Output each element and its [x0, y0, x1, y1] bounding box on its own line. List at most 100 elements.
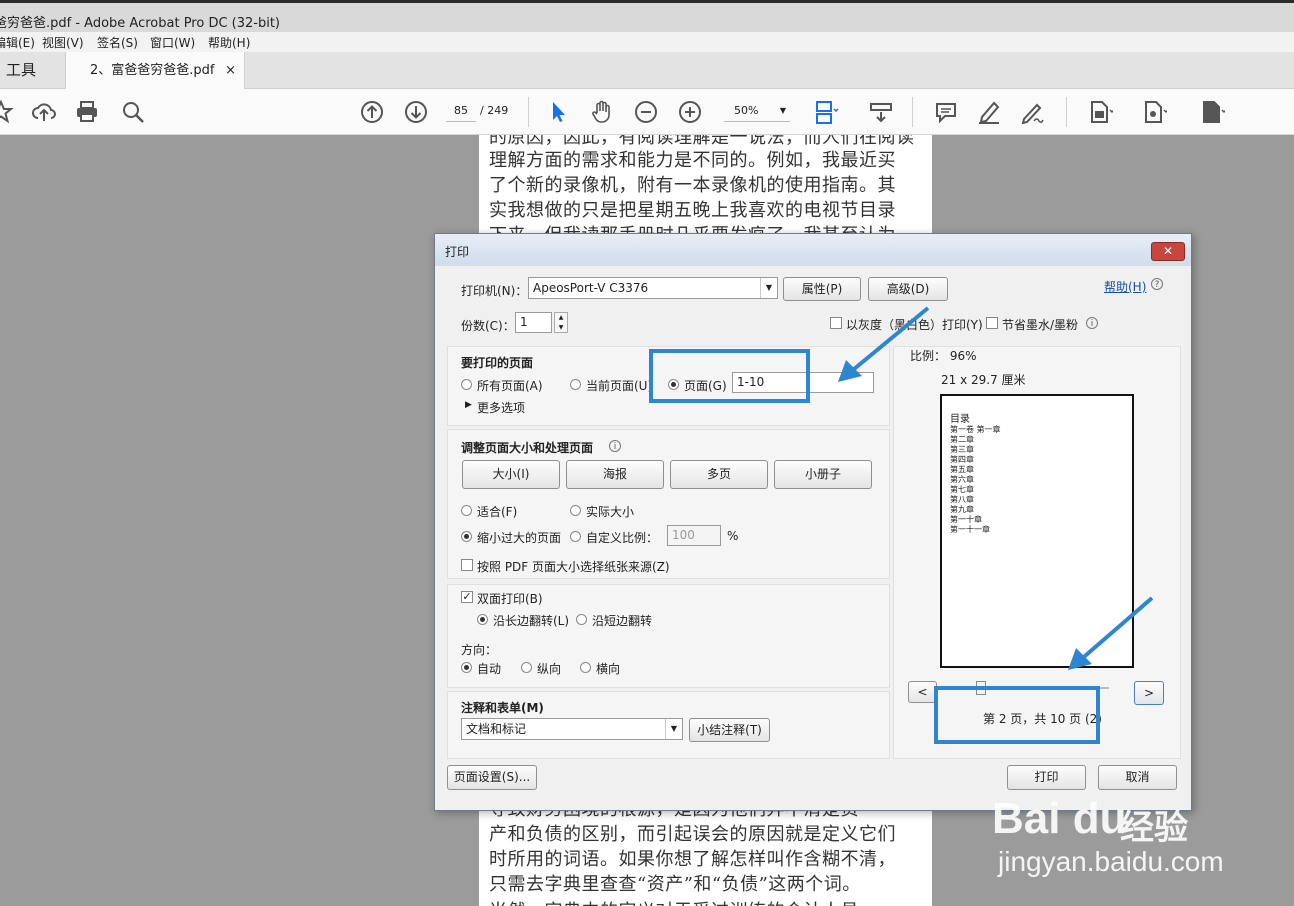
poster-button[interactable]: 海报 — [566, 460, 664, 489]
paper-source-checkbox[interactable] — [461, 559, 473, 571]
tab-bar: 工具 2、富爸爸穷爸爸.pdf × — [0, 52, 1294, 89]
search-icon[interactable] — [120, 99, 146, 125]
menu-help[interactable]: 帮助(H) — [208, 34, 250, 51]
menu-window[interactable]: 窗口(W) — [150, 34, 195, 51]
zoom-out-icon[interactable] — [633, 99, 659, 125]
dialog-close-button[interactable]: ✕ — [1151, 242, 1185, 261]
star-icon[interactable] — [0, 99, 14, 125]
flip-long-radio[interactable] — [477, 614, 488, 625]
percent-label: % — [727, 529, 739, 543]
menu-sign[interactable]: 签名(S) — [97, 34, 138, 51]
page-down-icon[interactable] — [403, 99, 429, 125]
all-pages-label: 所有页面(A) — [477, 379, 543, 393]
preview-prev-button[interactable]: < — [908, 681, 937, 703]
doc-text-line: 只需去字典里查查“资产”和“负债”这两个词。 — [489, 874, 861, 895]
booklet-button[interactable]: 小册子 — [774, 460, 872, 489]
highlight-icon[interactable] — [976, 99, 1002, 125]
custom-scale-radio[interactable] — [570, 531, 581, 542]
save-ink-label: 节省墨水/墨粉 — [1002, 318, 1079, 332]
sign-icon[interactable] — [1020, 99, 1046, 125]
window-title-bar: 爸穷爸爸.pdf - Adobe Acrobat Pro DC (32-bit) — [0, 0, 1294, 32]
select-cursor-icon[interactable] — [546, 99, 572, 125]
multiple-pages-button[interactable]: 多页 — [670, 460, 768, 489]
triangle-right-icon[interactable]: ▶ — [465, 400, 472, 410]
menu-view[interactable]: 视图(V) — [42, 34, 84, 51]
flip-short-radio[interactable] — [576, 614, 587, 625]
more-options-link[interactable]: 更多选项 — [477, 399, 525, 416]
shrink-radio[interactable] — [461, 531, 472, 542]
help-link[interactable]: 帮助(H) — [1104, 278, 1146, 295]
actual-size-radio[interactable] — [570, 505, 581, 516]
fit-radio[interactable] — [461, 505, 472, 516]
custom-scale-label: 自定义比例： — [586, 531, 659, 545]
printer-select[interactable]: ApeosPort-V C3376 ▼ — [528, 277, 778, 299]
zoom-in-icon[interactable] — [677, 99, 703, 125]
info-icon[interactable]: i — [1086, 317, 1098, 329]
scroll-mode-icon[interactable] — [868, 99, 894, 125]
orient-portrait-label: 纵向 — [537, 662, 562, 676]
menu-bar: 编辑(E) 视图(V) 签名(S) 窗口(W) 帮助(H) — [0, 32, 1294, 52]
export-icon[interactable] — [1141, 99, 1169, 125]
annotation-arrow-icon — [1068, 596, 1154, 670]
print-icon[interactable] — [74, 99, 100, 125]
flip-long-label: 沿长边翻转(L) — [493, 614, 570, 628]
comments-value: 文档和标记 — [466, 722, 527, 736]
baidu-jingyan-label: 经验 — [1120, 808, 1188, 848]
current-page-label: 当前页面(U) — [586, 379, 653, 393]
orient-auto-radio[interactable] — [461, 662, 472, 673]
highlight-box-pages — [649, 349, 810, 403]
printer-value: ApeosPort-V C3376 — [533, 281, 649, 295]
chevron-down-icon: ▼ — [779, 106, 786, 115]
preview-next-button[interactable]: > — [1134, 681, 1164, 705]
copies-stepper[interactable]: ▲ ▼ — [554, 312, 568, 333]
tab-close-icon[interactable]: × — [225, 52, 236, 89]
cloud-upload-icon[interactable] — [31, 99, 57, 125]
window-title: 爸穷爸爸.pdf - Adobe Acrobat Pro DC (32-bit) — [0, 16, 281, 31]
comments-select[interactable]: 文档和标记 ▼ — [461, 718, 683, 740]
orient-landscape-label: 横向 — [596, 662, 621, 676]
page-up-icon[interactable] — [359, 99, 385, 125]
copies-input[interactable]: 1 — [515, 312, 552, 333]
doc-text-line: 当然，字典中的定义对于受过训练的会计人员 — [489, 897, 859, 906]
zoom-value: 50% — [734, 104, 759, 117]
flip-short-label: 沿短边翻转 — [592, 614, 653, 628]
dialog-title: 打印 — [445, 245, 470, 259]
tab-document[interactable]: 2、富爸爸穷爸爸.pdf × — [65, 52, 245, 89]
tab-tools[interactable]: 工具 — [0, 52, 64, 88]
doc-text-line: 时所用的词语。如果你想了解怎样叫作含糊不清， — [489, 849, 896, 870]
page-setup-button[interactable]: 页面设置(S)... — [447, 765, 537, 790]
custom-scale-input[interactable]: 100 — [667, 525, 721, 546]
page-number-input[interactable]: 85 — [446, 101, 476, 122]
document-icon[interactable] — [1199, 99, 1227, 125]
actual-size-label: 实际大小 — [586, 505, 635, 519]
help-icon[interactable]: ? — [1151, 278, 1163, 290]
page-total: / 249 — [480, 104, 509, 117]
summarize-comments-button[interactable]: 小结注释(T) — [689, 718, 770, 742]
size-button[interactable]: 大小(I) — [462, 460, 560, 489]
pages-section-title: 要打印的页面 — [461, 356, 534, 370]
zoom-select[interactable]: 50% ▼ — [724, 101, 790, 122]
comment-icon[interactable] — [933, 99, 959, 125]
chevron-down-icon: ▼ — [760, 278, 777, 298]
print-button[interactable]: 打印 — [1007, 765, 1086, 790]
sizing-section-title: 调整页面大小和处理页面 — [461, 441, 594, 455]
orient-portrait-radio[interactable] — [521, 662, 532, 673]
duplex-checkbox[interactable]: ✓ — [461, 591, 473, 603]
info-icon[interactable]: i — [609, 440, 621, 452]
fit-page-icon[interactable] — [813, 99, 839, 125]
baidu-url: jingyan.baidu.com — [998, 846, 1224, 877]
current-page-radio[interactable] — [570, 379, 581, 390]
comments-section-title: 注释和表单(M) — [461, 701, 544, 715]
copies-label: 份数(C)： — [461, 319, 515, 333]
all-pages-radio[interactable] — [461, 379, 472, 390]
cancel-button[interactable]: 取消 — [1098, 765, 1177, 790]
hand-icon[interactable] — [589, 99, 615, 125]
menu-edit[interactable]: 编辑(E) — [0, 34, 35, 51]
shrink-label: 缩小过大的页面 — [477, 531, 562, 545]
save-ink-checkbox[interactable] — [986, 317, 998, 329]
advanced-button[interactable]: 高级(D) — [868, 277, 948, 301]
properties-button[interactable]: 属性(P) — [783, 277, 861, 301]
orient-landscape-radio[interactable] — [580, 662, 591, 673]
page-tools-icon[interactable] — [1087, 99, 1115, 125]
chevron-down-icon: ▼ — [665, 719, 682, 739]
